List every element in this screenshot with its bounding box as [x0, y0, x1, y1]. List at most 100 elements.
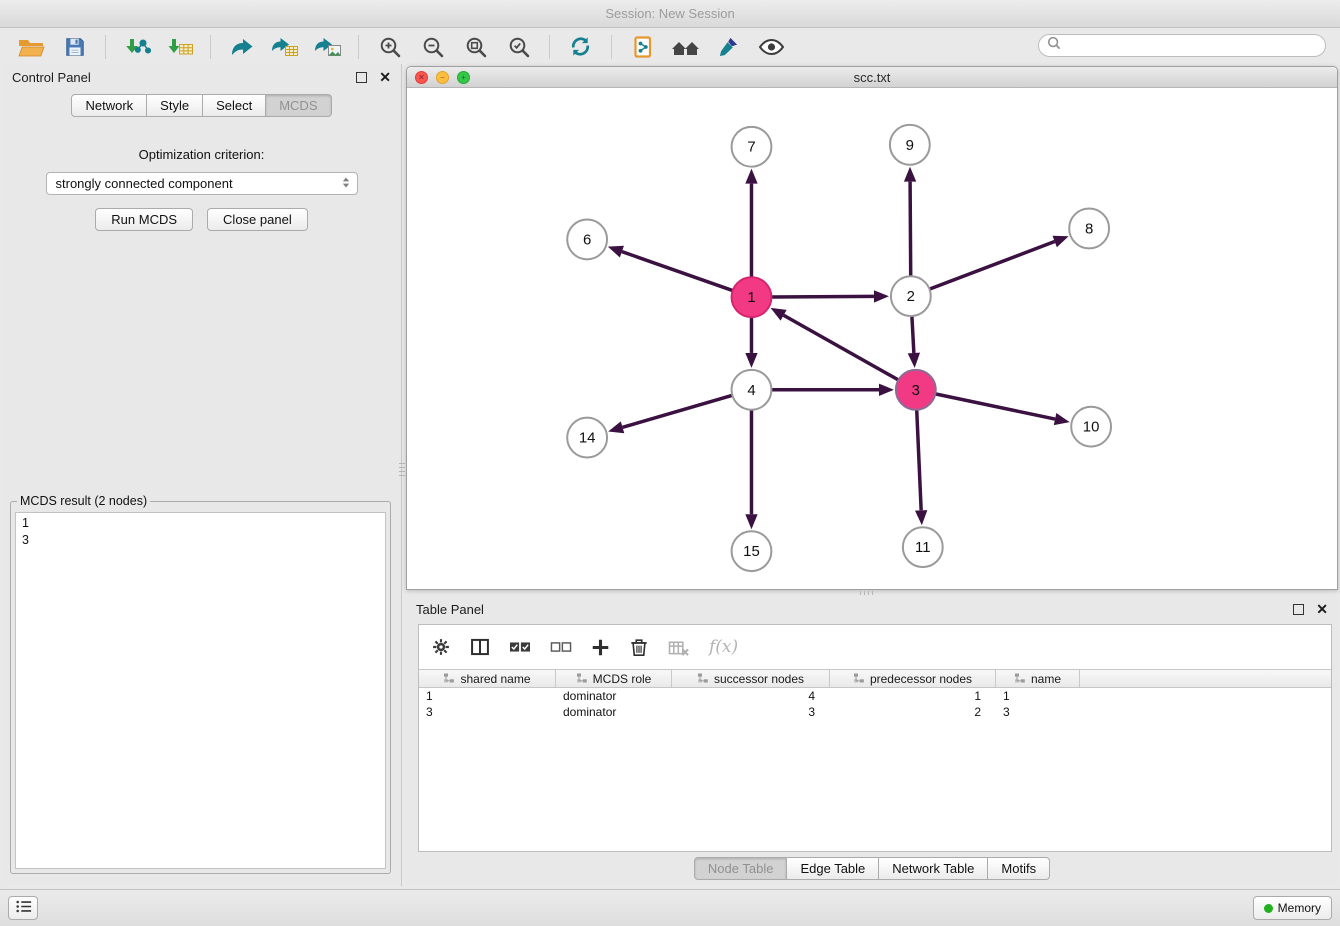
column-hierarchy-icon [853, 672, 865, 686]
svg-text:10: 10 [1083, 419, 1100, 436]
window-zoom-button[interactable]: + [457, 71, 470, 84]
svg-text:11: 11 [915, 539, 931, 556]
graph-node-4[interactable]: 4 [732, 370, 772, 410]
graph-node-11[interactable]: 11 [903, 527, 943, 567]
graph-node-7[interactable]: 7 [732, 127, 772, 167]
toggle-visibility-icon[interactable] [750, 31, 793, 63]
window-close-button[interactable]: ✕ [415, 71, 428, 84]
table-content: f(x) shared name MCDS role successor nodes… [418, 624, 1332, 852]
edge-2-8[interactable] [929, 242, 1054, 290]
export-image-icon[interactable] [306, 31, 349, 63]
close-panel-button[interactable]: Close panel [207, 208, 308, 231]
result-item[interactable]: 3 [16, 532, 385, 549]
tab-motifs[interactable]: Motifs [987, 857, 1050, 880]
edge-arrowhead [879, 384, 894, 396]
graph-node-9[interactable]: 9 [890, 125, 930, 165]
table-toolbar: f(x) [419, 625, 1331, 669]
result-item[interactable]: 1 [16, 515, 385, 532]
search-input[interactable] [1065, 38, 1325, 54]
network-window-titlebar[interactable]: ✕ − + scc.txt [407, 67, 1337, 88]
edge-arrowhead [908, 353, 920, 368]
control-panel-header: Control Panel ✕ [2, 64, 401, 90]
edge-arrowhead [915, 510, 927, 525]
edge-arrowhead [1054, 413, 1070, 425]
graph-node-3[interactable]: 3 [896, 370, 936, 410]
home-layout-icon[interactable] [664, 31, 707, 63]
copy-view-icon[interactable] [621, 31, 664, 63]
close-table-panel-icon[interactable]: ✕ [1316, 602, 1328, 616]
graph-node-6[interactable]: 6 [567, 219, 607, 259]
criterion-select[interactable]: strongly connected component [46, 172, 358, 195]
select-all-checks-icon[interactable] [509, 637, 531, 657]
edge-1-6[interactable] [622, 252, 733, 291]
tab-edge-table[interactable]: Edge Table [786, 857, 879, 880]
tab-network[interactable]: Network [71, 94, 147, 117]
edge-4-14[interactable] [623, 395, 733, 427]
save-icon[interactable] [53, 31, 96, 63]
graph-node-1[interactable]: 1 [732, 277, 772, 317]
svg-text:7: 7 [747, 139, 755, 156]
column-header-shared-name[interactable]: shared name [419, 670, 556, 687]
clear-checks-icon[interactable] [550, 637, 572, 657]
tab-style[interactable]: Style [146, 94, 203, 117]
import-table-icon[interactable] [158, 31, 201, 63]
edge-1-2[interactable] [771, 296, 874, 297]
table-panel-header: Table Panel ✕ [406, 596, 1338, 622]
network-graph[interactable]: 7 9 6 8 1 2 3 4 14 10 15 11 [408, 89, 1336, 588]
window-minimize-button[interactable]: − [436, 71, 449, 84]
window-titlebar: Session: New Session [0, 0, 1340, 28]
trash-icon[interactable] [629, 637, 649, 657]
search-box[interactable] [1038, 34, 1326, 57]
edge-2-3[interactable] [912, 316, 914, 353]
column-header-name[interactable]: name [996, 670, 1080, 687]
column-header-successor-nodes[interactable]: successor nodes [672, 670, 830, 687]
zoom-fit-icon[interactable] [454, 31, 497, 63]
add-icon[interactable] [591, 638, 610, 657]
export-network-icon[interactable] [220, 31, 263, 63]
tab-network-table[interactable]: Network Table [878, 857, 988, 880]
zoom-selected-icon[interactable] [497, 31, 540, 63]
import-network-icon[interactable] [115, 31, 158, 63]
float-table-panel-button[interactable] [1293, 604, 1304, 615]
refresh-icon[interactable] [559, 31, 602, 63]
open-folder-icon[interactable] [10, 31, 53, 63]
edge-2-9[interactable] [910, 182, 911, 277]
horizontal-splitter-grip[interactable] [860, 591, 876, 595]
graph-node-15[interactable]: 15 [732, 531, 772, 571]
svg-text:4: 4 [747, 382, 755, 399]
edge-3-10[interactable] [935, 394, 1055, 419]
column-header-label: MCDS role [593, 672, 652, 686]
apply-style-icon[interactable] [707, 31, 750, 63]
panel-list-button[interactable] [8, 896, 38, 920]
graph-node-2[interactable]: 2 [891, 276, 931, 316]
tab-select[interactable]: Select [202, 94, 266, 117]
graph-node-14[interactable]: 14 [567, 418, 607, 458]
vertical-splitter-grip[interactable] [399, 463, 405, 479]
network-canvas[interactable]: 7 9 6 8 1 2 3 4 14 10 15 11 [408, 89, 1336, 588]
export-table-icon[interactable] [263, 31, 306, 63]
column-header-MCDS-role[interactable]: MCDS role [556, 670, 672, 687]
toolbar-separator [549, 35, 550, 59]
column-header-predecessor-nodes[interactable]: predecessor nodes [830, 670, 996, 687]
table-row[interactable]: 3dominator323 [419, 704, 1331, 720]
graph-node-10[interactable]: 10 [1071, 407, 1111, 447]
float-panel-button[interactable] [356, 72, 367, 83]
zoom-in-icon[interactable] [368, 31, 411, 63]
edge-3-1[interactable] [784, 315, 899, 380]
split-columns-icon[interactable] [470, 637, 490, 657]
zoom-out-icon[interactable] [411, 31, 454, 63]
criterion-select-value: strongly connected component [56, 176, 233, 191]
edge-3-11[interactable] [917, 410, 921, 511]
run-mcds-button[interactable]: Run MCDS [95, 208, 193, 231]
gear-icon[interactable] [431, 637, 451, 657]
table-cell: dominator [556, 689, 672, 703]
tab-node-table[interactable]: Node Table [694, 857, 788, 880]
close-panel-icon[interactable]: ✕ [379, 70, 391, 84]
tab-mcds[interactable]: MCDS [265, 94, 331, 117]
column-hierarchy-icon [443, 672, 455, 686]
application-window: Session: New Session Control Panel ✕ Net… [0, 0, 1340, 926]
graph-node-8[interactable]: 8 [1069, 209, 1109, 249]
table-row[interactable]: 1dominator411 [419, 688, 1331, 704]
memory-button[interactable]: Memory [1253, 896, 1332, 920]
optimization-criterion-label: Optimization criterion: [2, 147, 401, 162]
